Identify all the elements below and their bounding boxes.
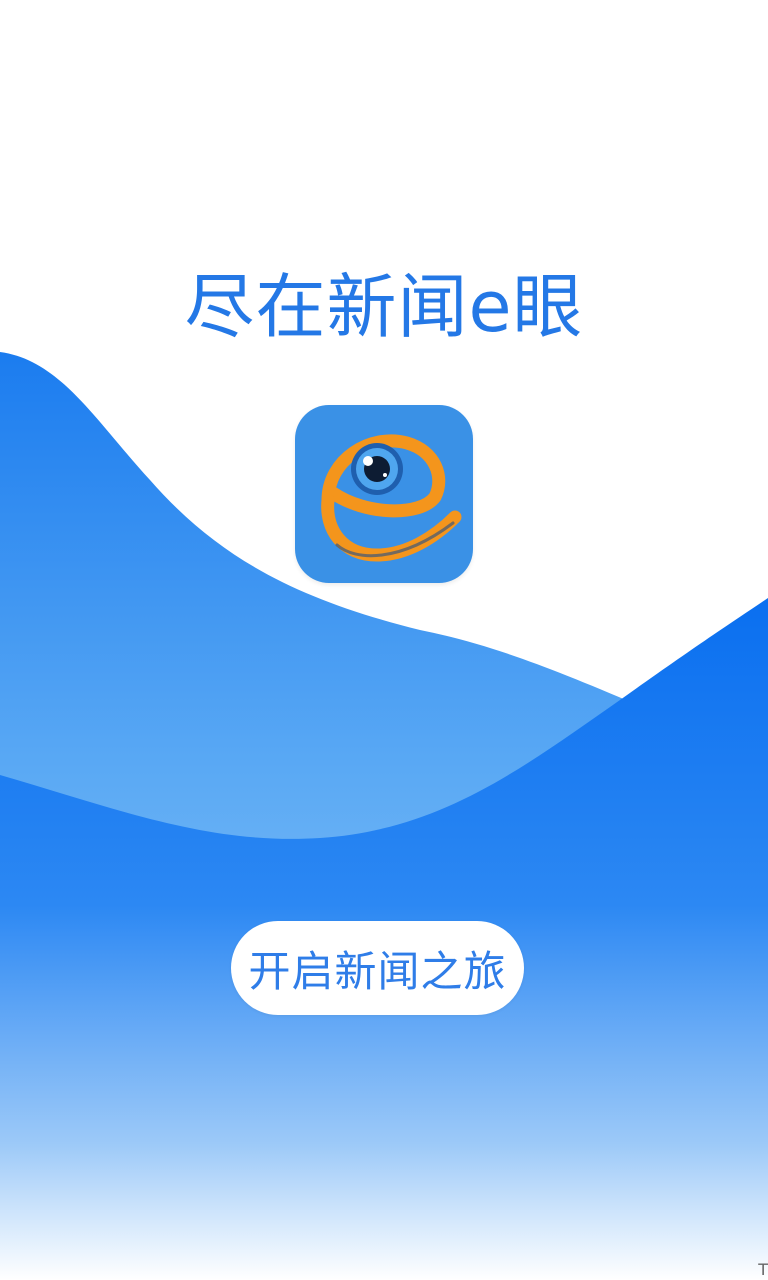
background-waves [0, 352, 768, 1280]
corner-text: T [758, 1260, 768, 1279]
headline-title: 尽在新闻e眼 [184, 266, 584, 348]
splash-screen: 尽在新闻e眼 开启新闻之旅 T [0, 0, 768, 1280]
app-logo-icon [295, 405, 473, 583]
start-news-journey-button[interactable]: 开启新闻之旅 [231, 921, 524, 1015]
